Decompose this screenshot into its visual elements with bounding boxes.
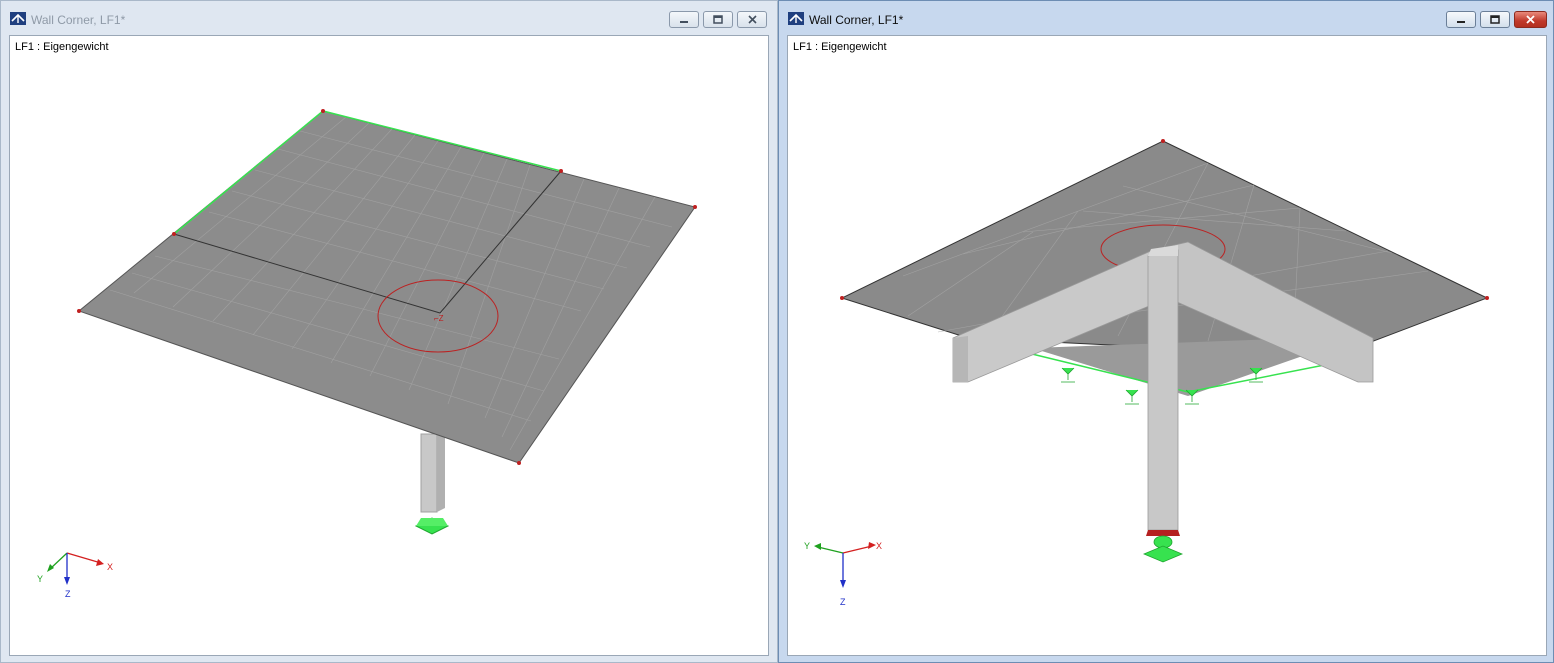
- minimize-icon: [680, 20, 688, 23]
- 3d-model-scene: [814, 139, 1489, 588]
- axis-y-label: Y: [37, 574, 44, 584]
- left-model-window[interactable]: Wall Corner, LF1* LF1 : Eigengewicht ⌐Z …: [0, 0, 778, 663]
- model-viewport[interactable]: LF1 : Eigengewicht: [9, 35, 769, 656]
- axis-z-label: Z: [65, 589, 71, 599]
- right-model-window[interactable]: Wall Corner, LF1* LF1 : Eigengewicht X Y…: [778, 0, 1554, 663]
- plate: [77, 110, 696, 464]
- axis-triad: [814, 542, 876, 588]
- column: [1147, 249, 1179, 531]
- window-title: Wall Corner, LF1*: [809, 13, 904, 27]
- app-icon: [788, 12, 804, 25]
- restore-icon: [1490, 15, 1500, 24]
- 3d-model-scene: ⌐Z: [47, 109, 697, 585]
- window-title: Wall Corner, LF1*: [31, 13, 126, 27]
- right-titlebar[interactable]: Wall Corner, LF1*: [779, 1, 1553, 35]
- restore-icon: [713, 15, 723, 24]
- model-viewport[interactable]: LF1 : Eigengewicht: [787, 35, 1547, 656]
- column: [420, 433, 438, 513]
- axis-x-label: X: [107, 562, 114, 572]
- restore-button[interactable]: [1480, 11, 1510, 28]
- close-button[interactable]: [737, 11, 767, 28]
- axis-triad: [47, 552, 104, 585]
- minimize-button[interactable]: [669, 11, 699, 28]
- svg-text:⌐Z: ⌐Z: [434, 314, 444, 323]
- restore-button[interactable]: [703, 11, 733, 28]
- close-icon: [747, 15, 757, 24]
- axis-y-label: Y: [804, 541, 811, 551]
- close-button[interactable]: [1514, 11, 1547, 28]
- axis-x-label: X: [876, 541, 883, 551]
- axis-z-label: Z: [840, 597, 846, 607]
- left-titlebar[interactable]: Wall Corner, LF1*: [1, 1, 777, 35]
- app-icon: [10, 12, 26, 25]
- minimize-icon: [1457, 20, 1465, 23]
- close-icon: [1526, 15, 1535, 24]
- minimize-button[interactable]: [1446, 11, 1476, 28]
